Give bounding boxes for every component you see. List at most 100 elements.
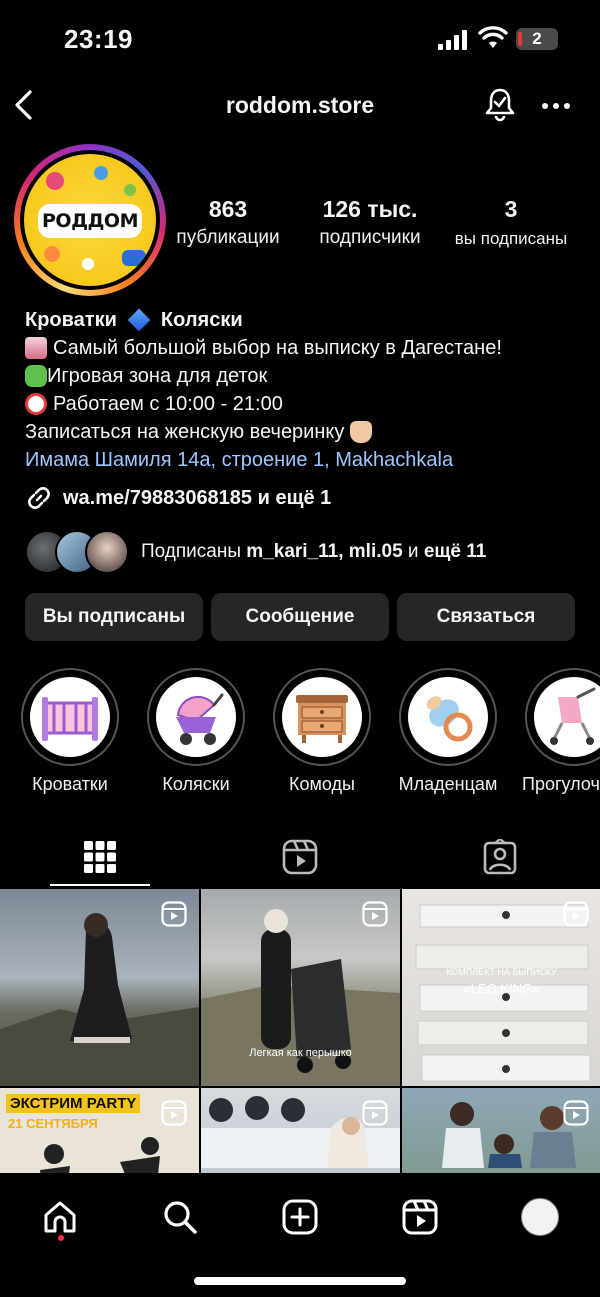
more-options-icon[interactable] (540, 90, 572, 122)
stat-followers[interactable]: 126 тыс. подписчики (306, 196, 434, 249)
decor-circle (82, 258, 94, 270)
mutual-follower-avatar (85, 530, 129, 574)
reel-badge-icon (563, 1100, 589, 1126)
story-highlight-strollers[interactable]: Коляски (146, 668, 246, 795)
walking-stroller-icon (534, 677, 600, 757)
dresser-icon (282, 677, 362, 757)
location-link[interactable]: Имама Шамиля 14а, строение 1, Makhachkal… (25, 446, 585, 474)
clock: 23:19 (64, 24, 133, 54)
location-text[interactable]: Имама Шамиля 14а, строение 1, Makhachkal… (25, 446, 453, 474)
following-button[interactable]: Вы подписаны (25, 593, 203, 641)
bottom-navigation (0, 1173, 600, 1297)
add-post-icon (282, 1199, 318, 1235)
story-highlight-walkers[interactable]: Прогулоч (522, 668, 600, 795)
stroller-icon (156, 677, 236, 757)
highlight-label: Комоды (289, 774, 355, 794)
story-highlight-babies[interactable]: Младенцам (398, 668, 498, 795)
reel-badge-icon (161, 1100, 187, 1126)
mutual-names: m_kari_11, mli.05 (246, 541, 403, 562)
profile-avatar-image: РОДДОМ (24, 154, 156, 286)
external-link-text[interactable]: wa.me/79883068185 и ещё 1 (63, 487, 331, 510)
bio-line: Записаться на женскую вечеринку (25, 418, 585, 446)
highlight-label: Коляски (162, 774, 230, 794)
stat-posts-value: 863 (208, 196, 248, 222)
mutual-followers-text: Подписаны m_kari_11, mli.05 и ещё 11 (141, 541, 486, 563)
contact-button[interactable]: Связаться (397, 593, 575, 641)
highlight-ring (21, 668, 119, 766)
nav-profile[interactable] (510, 1189, 570, 1245)
post-thumbnail[interactable] (0, 889, 199, 1086)
pointing-down-emoji-icon (350, 421, 373, 443)
nav-reels[interactable] (390, 1189, 450, 1245)
highlight-ring (273, 668, 371, 766)
profile-content-tabs (0, 826, 600, 888)
post-thumbnail[interactable]: КОМПЛЕКТ НА ВЫПИСКУ «LEO.KING» (402, 889, 600, 1086)
post-thumbnail[interactable] (201, 1088, 400, 1173)
display-name-part: Кроватки (25, 309, 117, 331)
reel-badge-icon (161, 901, 187, 927)
mutual-suffix: ещё 11 (423, 541, 487, 562)
external-link[interactable]: wa.me/79883068185 и ещё 1 (25, 484, 331, 512)
battery-indicator: 2 (516, 28, 558, 50)
profile-avatar: РОДДОМ (20, 150, 160, 290)
post-thumbnail[interactable]: Легкая как перышко (201, 889, 400, 1086)
mutual-followers[interactable]: Подписаны m_kari_11, mli.05 и ещё 11 (25, 530, 486, 574)
tab-posts-grid[interactable] (0, 832, 200, 882)
highlight-label: Прогулоч (522, 774, 600, 794)
mutual-prefix: Подписаны (141, 541, 247, 562)
decor-circle (124, 184, 136, 196)
reel-badge-icon (563, 901, 589, 927)
home-icon (44, 1201, 76, 1233)
cellular-signal-icon (438, 30, 467, 50)
decor-shape (122, 250, 146, 266)
wifi-icon (478, 26, 508, 48)
post-thumbnail[interactable]: ЭКСТРИМ PARTY 21 СЕНТЯБРЯ (0, 1088, 199, 1173)
stat-followers-label: подписчики (319, 227, 421, 248)
post-thumbnail[interactable] (402, 1088, 600, 1173)
display-name-part: Коляски (160, 309, 243, 331)
story-highlight-dressers[interactable]: Комоды (272, 668, 372, 795)
brand-logo-text: РОДДОМ (38, 204, 142, 238)
posts-grid: Легкая как перышко КОМПЛЕКТ НА ВЫПИСКУ «… (0, 889, 600, 1173)
highlight-ring (399, 668, 497, 766)
tagged-person-icon (483, 839, 517, 875)
post-overlay-subtitle: «LEO.KING» (463, 981, 540, 996)
nav-create[interactable] (270, 1189, 330, 1245)
blue-diamond-icon (127, 308, 151, 332)
stat-following-value: 3 (504, 196, 518, 222)
status-bar: 23:19 2 (0, 0, 600, 80)
bio-text: Работаем с 10:00 - 21:00 (53, 393, 283, 415)
bio-line: Игровая зона для деток (25, 362, 585, 390)
bio-line: Работаем с 10:00 - 21:00 (25, 390, 585, 418)
bio-text: Записаться на женскую вечеринку (25, 421, 345, 443)
stat-following-label: вы подписаны (454, 229, 568, 248)
highlight-ring (525, 668, 600, 766)
decor-circle (44, 246, 60, 262)
tab-reels[interactable] (200, 832, 400, 882)
stat-followers-value: 126 тыс. (322, 196, 418, 222)
active-tab-indicator (50, 884, 150, 886)
bio-text: Самый большой выбор на выписку в Дагеста… (53, 337, 502, 359)
reel-badge-icon (362, 901, 388, 927)
profile-avatar-story-ring[interactable]: РОДДОМ (14, 144, 166, 296)
post-overlay-title: КОМПЛЕКТ НА ВЫПИСКУ (446, 967, 557, 977)
pacifier-icon (408, 677, 488, 757)
reels-icon (282, 839, 318, 875)
notification-bell-icon[interactable] (482, 86, 518, 122)
stat-posts[interactable]: 863 публикации (166, 196, 290, 249)
mutual-middle: и (402, 541, 424, 562)
stat-posts-label: публикации (176, 227, 280, 248)
profile-header: roddom.store (0, 80, 600, 134)
decor-circle (46, 172, 64, 190)
story-highlight-cribs[interactable]: Кроватки (20, 668, 120, 795)
nav-search[interactable] (150, 1189, 210, 1245)
tab-tagged[interactable] (400, 832, 600, 882)
reels-icon (402, 1199, 438, 1235)
notification-dot (58, 1235, 64, 1241)
message-button[interactable]: Сообщение (211, 593, 389, 641)
bio-line: Самый большой выбор на выписку в Дагеста… (25, 334, 585, 362)
profile-display-name: Кроватки Коляски (25, 306, 585, 334)
crib-icon (30, 677, 110, 757)
highlight-ring (147, 668, 245, 766)
stat-following[interactable]: 3 вы подписаны (446, 196, 576, 249)
